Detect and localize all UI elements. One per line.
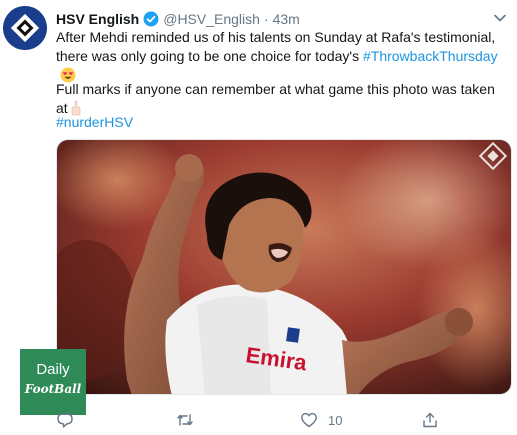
chevron-down-icon[interactable] [491, 9, 509, 27]
tweet-text-paragraph-3: #nurderHSV [56, 113, 508, 132]
like-button[interactable]: 10 [300, 409, 342, 431]
share-button[interactable] [421, 409, 439, 431]
hashtag-link-throwback[interactable]: #ThrowbackThursday [363, 48, 498, 64]
author-name[interactable]: HSV English [56, 11, 139, 27]
tweet-timestamp[interactable]: 43m [273, 11, 300, 27]
tweet-text-paragraph-1: After Mehdi reminded us of his talents o… [56, 28, 508, 85]
heart-icon [300, 411, 318, 429]
reply-icon [56, 411, 74, 429]
retweet-icon [176, 411, 194, 429]
share-icon [421, 411, 439, 429]
verified-badge-icon [143, 11, 159, 27]
retweet-button[interactable] [176, 409, 194, 431]
watermark-line2: FootBall [24, 382, 82, 396]
hashtag-link-nurder[interactable]: #nurderHSV [56, 114, 133, 130]
avatar[interactable] [3, 6, 47, 50]
reply-button[interactable] [56, 409, 74, 431]
separator-dot: · [263, 11, 269, 27]
tweet-text-2: Full marks if anyone can remember at wha… [56, 81, 495, 116]
daily-football-watermark: Daily FootBall [20, 349, 86, 415]
tweet-card[interactable]: HSV English @HSV_English · 43m After Meh… [0, 0, 517, 435]
tweet-photo[interactable]: Emira [56, 139, 512, 395]
tweet-actions: 10 [56, 409, 508, 431]
like-count: 10 [328, 412, 343, 428]
author-handle[interactable]: @HSV_English [163, 11, 260, 27]
watermark-line1: Daily [36, 361, 70, 378]
tweet-header: HSV English @HSV_English · 43m [56, 9, 300, 29]
